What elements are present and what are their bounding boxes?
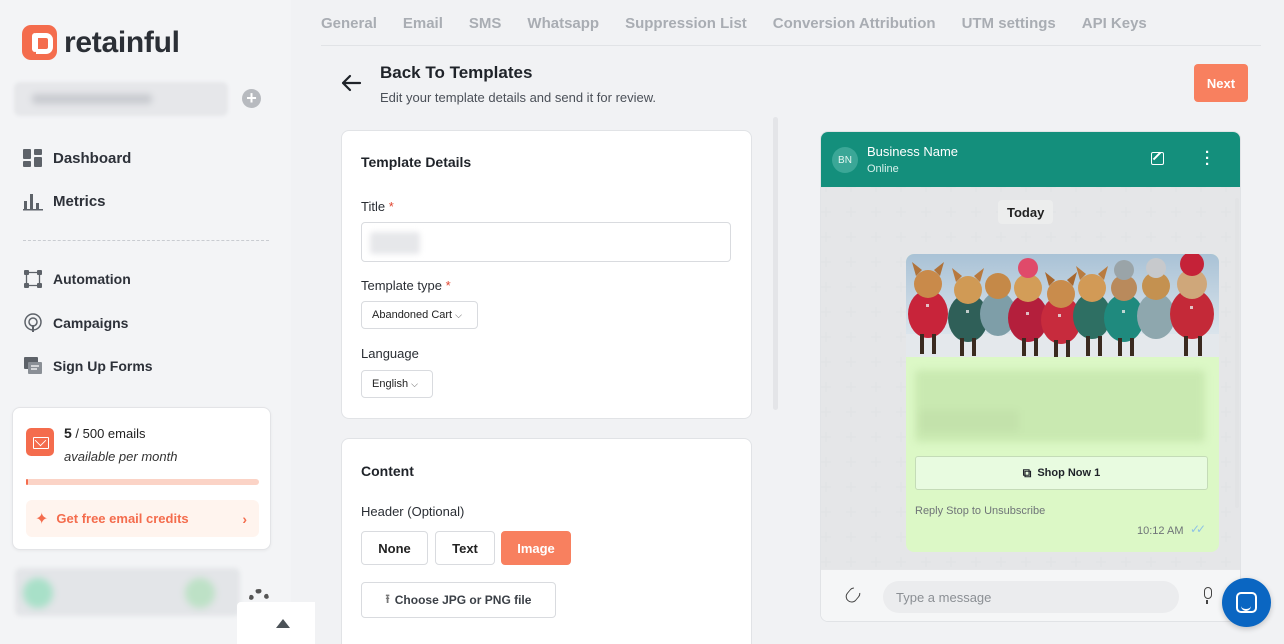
title-label: Title * [361, 199, 394, 214]
template-type-select[interactable]: Abandoned Cart ⌵ [361, 301, 478, 329]
collapse-toggle[interactable] [237, 602, 315, 644]
template-details-title: Template Details [361, 154, 472, 170]
back-arrow-icon[interactable] [340, 72, 362, 94]
date-chip: Today [998, 200, 1054, 224]
message-bubble: ⧉ Shop Now 1 Reply Stop to Unsubscribe 10… [906, 254, 1219, 552]
credits-progress-fill [26, 479, 29, 485]
tab-sms[interactable]: SMS [469, 15, 502, 32]
header-image [906, 254, 1219, 357]
tab-suppression-list[interactable]: Suppression List [625, 15, 747, 32]
message-footer: Reply Stop to Unsubscribe [915, 505, 1046, 517]
user-profile[interactable] [15, 568, 240, 616]
sidebar-item-metrics[interactable]: Metrics [23, 191, 106, 211]
automation-icon [24, 270, 42, 288]
store-selector[interactable] [14, 82, 228, 116]
campaign-icon [24, 313, 42, 332]
tab-whatsapp[interactable]: Whatsapp [527, 15, 599, 32]
form-icon [24, 357, 42, 374]
sidebar-item-label: Automation [53, 271, 131, 287]
logo-text: retainful [64, 25, 180, 59]
page-title[interactable]: Back To Templates [380, 63, 532, 83]
message-body [915, 370, 1205, 442]
bar-chart-icon [23, 194, 43, 211]
sidebar-item-label: Sign Up Forms [53, 358, 153, 374]
double-check-icon: ✓✓ [1190, 522, 1206, 536]
avatar: BN [832, 147, 858, 173]
language-label: Language [361, 346, 419, 361]
chat-scrollbar[interactable] [1235, 198, 1239, 508]
help-chat-button[interactable] [1222, 578, 1271, 627]
credits-subtitle: available per month [64, 449, 178, 464]
tab-email[interactable]: Email [403, 15, 443, 32]
sidebar-divider [23, 240, 269, 241]
dogs-in-sweaters-image [906, 254, 1219, 357]
credits-progress-bar [26, 479, 259, 485]
email-credits-card: 5 / 500 emails available per month ✦ Get… [12, 407, 271, 550]
microphone-icon[interactable] [1204, 587, 1212, 604]
sidebar-item-label: Dashboard [53, 149, 132, 167]
credits-count: 5 / 500 emails [64, 425, 146, 441]
sidebar-item-label: Metrics [53, 192, 106, 210]
next-button[interactable]: Next [1194, 64, 1248, 102]
tabs-divider [321, 45, 1261, 46]
chat-area: Today ⧉ Shop Now 1 Reply Stop to Unsubsc… [821, 187, 1240, 569]
chevron-down-icon: ⌵ [455, 309, 462, 320]
more-vertical-icon[interactable]: · · · [1205, 145, 1210, 172]
settings-tabs: General Email SMS Whatsapp Suppression L… [321, 15, 1173, 32]
attachment-icon[interactable] [843, 585, 863, 605]
get-free-credits-button[interactable]: ✦ Get free email credits › [26, 500, 259, 537]
chevron-down-icon: ⌵ [411, 378, 418, 389]
tab-utm-settings[interactable]: UTM settings [962, 15, 1056, 32]
language-select[interactable]: English ⌵ [361, 370, 433, 398]
logo-icon [22, 25, 57, 60]
business-name: Business Name [867, 144, 959, 159]
header-image-button[interactable]: Image [501, 531, 571, 565]
template-details-card: Template Details Title * Template type *… [341, 130, 752, 419]
sidebar-item-automation[interactable]: Automation [23, 269, 131, 289]
add-store-icon[interactable]: + [242, 89, 261, 108]
content-title: Content [361, 463, 414, 479]
tab-api-keys[interactable]: API Keys [1082, 15, 1147, 32]
get-free-credits-label: Get free email credits [56, 511, 189, 526]
online-status: Online [867, 163, 899, 175]
whatsapp-preview: BN Business Name Online · · · Today ⧉ Sh… [820, 131, 1241, 622]
edit-icon[interactable] [1151, 152, 1164, 165]
external-link-icon: ⧉ [1022, 465, 1032, 480]
chat-input-bar [821, 569, 1240, 621]
logo[interactable]: retainful [22, 25, 180, 60]
mail-icon [26, 428, 54, 456]
sidebar-item-dashboard[interactable]: Dashboard [23, 148, 131, 168]
tab-conversion-attribution[interactable]: Conversion Attribution [773, 15, 936, 32]
template-type-label: Template type * [361, 278, 451, 293]
header-text-button[interactable]: Text [435, 531, 495, 565]
chat-header: BN Business Name Online · · · [821, 132, 1240, 187]
upload-icon: ⭱ [385, 591, 390, 606]
sidebar-item-campaigns[interactable]: Campaigns [23, 313, 128, 333]
sidebar: retainful + Dashboard Metrics Automation [0, 0, 291, 644]
content-card: Content Header (Optional) None Text Imag… [341, 438, 752, 644]
dashboard-icon [23, 149, 42, 167]
header-none-button[interactable]: None [361, 531, 428, 565]
sidebar-item-label: Campaigns [53, 315, 129, 331]
message-time: 10:12 AM [1137, 525, 1184, 537]
sparkle-icon: ✦ [35, 510, 49, 528]
title-input[interactable] [361, 222, 731, 262]
shop-now-button[interactable]: ⧉ Shop Now 1 [915, 456, 1208, 490]
choose-file-button[interactable]: ⭱ Choose JPG or PNG file [361, 582, 556, 618]
tab-general[interactable]: General [321, 15, 377, 32]
page-subtitle: Edit your template details and send it f… [380, 90, 657, 105]
chat-icon [1236, 592, 1257, 613]
caret-up-icon [276, 619, 290, 628]
form-scrollbar[interactable] [773, 117, 778, 410]
chevron-right-icon: › [242, 510, 247, 527]
sidebar-item-signup-forms[interactable]: Sign Up Forms [23, 356, 153, 376]
header-optional-label: Header (Optional) [361, 504, 465, 519]
message-input[interactable] [883, 581, 1179, 613]
